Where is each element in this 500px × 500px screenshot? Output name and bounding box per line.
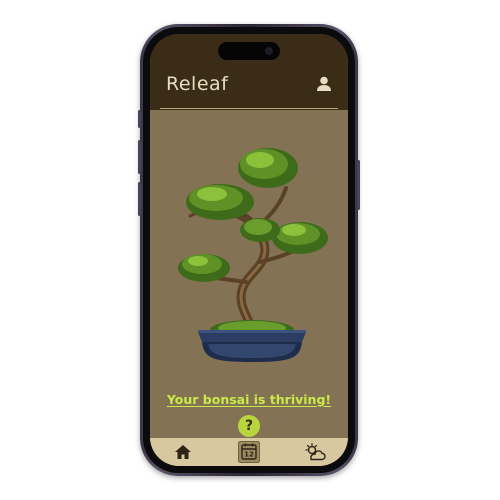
header-divider: [160, 108, 338, 109]
action-button: [138, 110, 141, 128]
power-button: [357, 160, 360, 210]
app-title: Releaf: [166, 73, 229, 95]
volume-down-button: [138, 182, 141, 216]
help-button[interactable]: ?: [238, 415, 260, 437]
nav-weather[interactable]: [300, 440, 330, 464]
plant-status-link[interactable]: Your bonsai is thriving!: [150, 392, 348, 407]
home-icon: [175, 445, 191, 459]
user-icon: [317, 76, 331, 91]
volume-up-button: [138, 140, 141, 174]
sun-cloud-icon: [305, 443, 326, 461]
calendar-day: 12: [244, 451, 254, 459]
calendar-icon: 12: [238, 441, 260, 463]
bonsai-image: [178, 148, 328, 362]
app-screen: Releaf Your bonsai is thriving! ? 12: [150, 34, 348, 466]
dynamic-island: [218, 42, 280, 60]
camera-icon: [265, 47, 273, 55]
status-bar: [150, 34, 348, 64]
stage: Releaf Your bonsai is thriving! ? 12: [0, 0, 500, 500]
bottom-nav: 12: [150, 438, 348, 466]
nav-home[interactable]: [168, 440, 198, 464]
phone-frame: Releaf Your bonsai is thriving! ? 12: [138, 24, 360, 476]
nav-calendar[interactable]: 12: [234, 440, 264, 464]
profile-button[interactable]: [314, 74, 334, 94]
